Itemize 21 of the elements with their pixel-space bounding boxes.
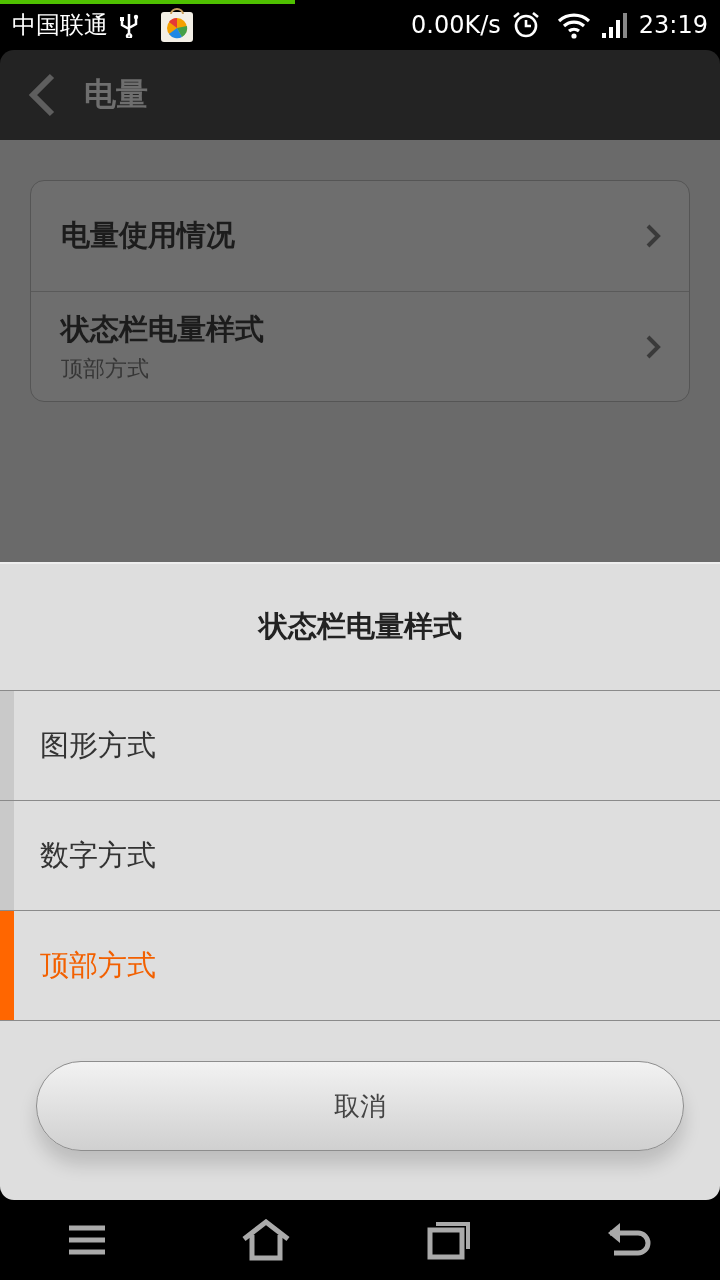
chevron-right-icon	[645, 333, 661, 360]
cancel-button[interactable]: 取消	[36, 1061, 684, 1151]
item-title: 电量使用情况	[61, 217, 236, 254]
item-title: 状态栏电量样式	[61, 310, 265, 348]
network-speed: 0.00K/s	[411, 11, 501, 39]
home-icon[interactable]	[241, 1219, 292, 1261]
recent-apps-icon[interactable]	[426, 1220, 471, 1260]
signal-icon	[600, 11, 629, 39]
chevron-right-icon	[645, 223, 661, 249]
option-item[interactable]: 图形方式	[0, 691, 720, 801]
menu-icon[interactable]	[67, 1224, 106, 1256]
sheet-title: 状态栏电量样式	[256, 608, 463, 645]
shopping-bag-app-icon	[160, 8, 194, 42]
clock-time: 23:19	[638, 11, 708, 39]
item-value: 顶部方式	[61, 354, 150, 383]
back-icon[interactable]	[606, 1221, 653, 1259]
option-item[interactable]: 数字方式	[0, 801, 720, 911]
usb-icon	[118, 12, 140, 38]
page-title: 电量	[84, 74, 148, 115]
wifi-icon	[556, 11, 591, 39]
carrier-name: 中国联通	[12, 10, 108, 41]
